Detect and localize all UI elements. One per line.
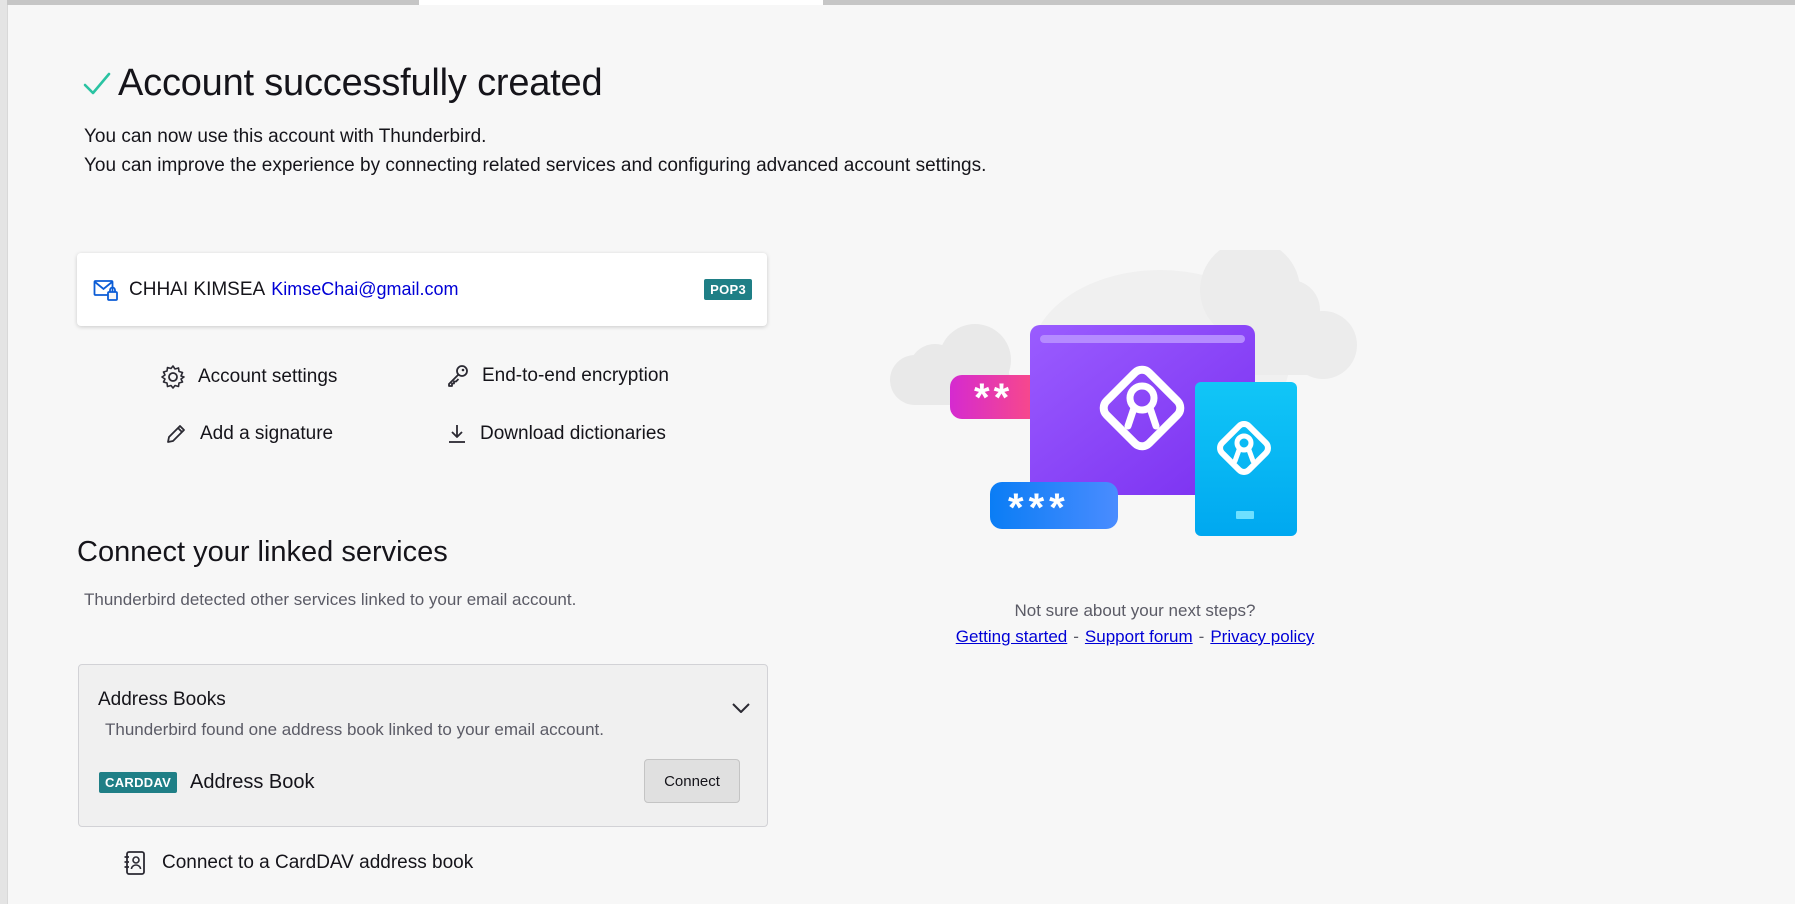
getting-started-link[interactable]: Getting started <box>956 627 1068 646</box>
check-icon <box>83 72 111 94</box>
address-books-subtitle: Thunderbird found one address book linke… <box>105 720 604 739</box>
address-books-title: Address Books <box>98 689 226 710</box>
top-tab-strip <box>7 0 419 5</box>
linked-services-subtitle: Thunderbird detected other services link… <box>84 590 577 609</box>
next-steps-question: Not sure about your next steps? <box>1014 601 1256 620</box>
carddav-badge: CARDDAV <box>99 772 178 793</box>
mail-lock-icon <box>93 279 118 301</box>
top-tab-active <box>419 0 823 5</box>
carddav-connect-label: Connect to a CardDAV address book <box>162 852 474 873</box>
page-subtitle: You can now use this account with Thunde… <box>84 126 487 147</box>
connect-button[interactable]: Connect <box>644 759 740 803</box>
add-signature-label: Add a signature <box>200 423 334 444</box>
security-illustration: ** *** <box>890 250 1357 536</box>
linked-services-title: Connect your linked services <box>77 536 448 568</box>
gear-icon <box>161 365 185 389</box>
add-signature-link[interactable]: Add a signature <box>164 422 333 446</box>
chevron-down-icon[interactable] <box>731 701 751 715</box>
support-forum-link[interactable]: Support forum <box>1085 627 1193 646</box>
account-card: CHHAI KIMSEA KimseChai@gmail.com POP3 <box>77 253 767 326</box>
address-book-icon <box>124 851 145 875</box>
download-icon <box>449 425 465 443</box>
protocol-badge: POP3 <box>704 279 752 300</box>
password-short-text: ** <box>974 376 1013 420</box>
encryption-link[interactable]: End-to-end encryption <box>446 364 669 388</box>
top-tab-strip <box>823 0 1795 5</box>
link-separator: - <box>1073 627 1079 646</box>
page-subtitle: You can improve the experience by connec… <box>84 155 987 176</box>
page-title-row: Account successfully created <box>82 62 603 105</box>
privacy-policy-link[interactable]: Privacy policy <box>1210 627 1314 646</box>
window-left-edge <box>0 0 8 904</box>
account-settings-label: Account settings <box>198 366 338 387</box>
address-books-card: Address Books Thunderbird found one addr… <box>78 664 768 827</box>
account-email: KimseChai@gmail.com <box>271 279 459 299</box>
key-icon <box>448 365 468 387</box>
password-long-text: *** <box>1008 486 1070 530</box>
download-dictionaries-label: Download dictionaries <box>480 423 666 444</box>
link-separator: - <box>1198 627 1205 646</box>
account-settings-link[interactable]: Account settings <box>160 364 337 390</box>
pencil-icon <box>167 425 185 443</box>
address-book-name: Address Book <box>190 771 315 793</box>
carddav-connect-link[interactable]: Connect to a CardDAV address book <box>123 850 473 876</box>
page-title: Account successfully created <box>118 62 603 104</box>
account-name: CHHAI KIMSEA <box>129 278 266 300</box>
encryption-label: End-to-end encryption <box>482 365 669 386</box>
help-links: Getting started - Support forum - Privacy po… <box>950 627 1320 647</box>
download-dictionaries-link[interactable]: Download dictionaries <box>446 422 666 446</box>
